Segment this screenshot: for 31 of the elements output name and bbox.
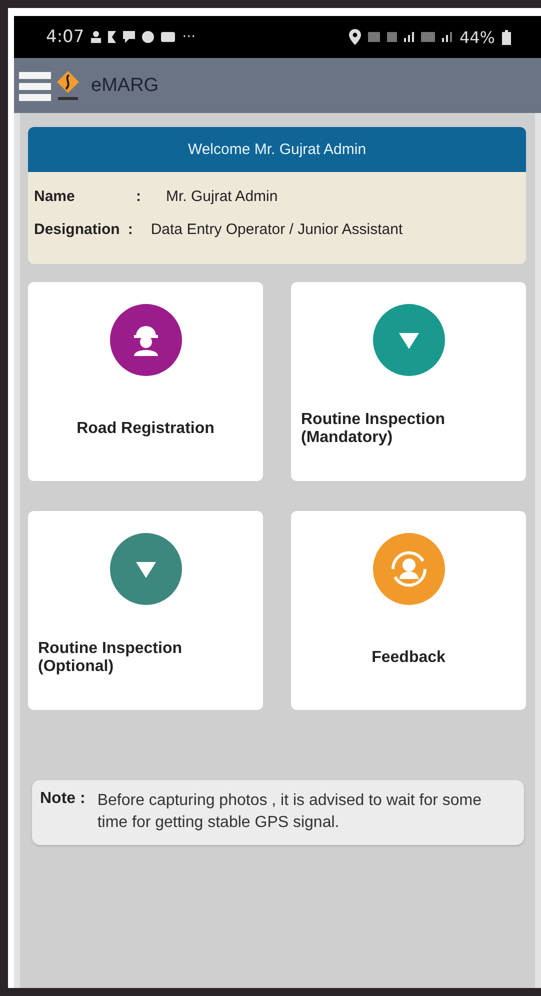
field-value: Data Entry Operator / Junior Assistant (150, 221, 403, 238)
location-icon (349, 29, 362, 45)
menu-tile[interactable]: Routine Inspection (Mandatory) (291, 282, 526, 481)
field-separator: : (136, 188, 142, 205)
more-text: ··· (182, 29, 196, 45)
field-label: Designation (34, 221, 120, 238)
battery-icon (502, 30, 511, 44)
person-icon (91, 31, 102, 43)
note-text: Before capturing photos , it is advised to wait for some time for getting stable GPS signal. (97, 791, 483, 834)
tile-label: Routine Inspection (Mandatory) (300, 410, 446, 446)
video-icon (161, 32, 176, 42)
menu-tile[interactable]: Road Registration (28, 282, 263, 481)
tile-label: Road Registration (76, 420, 216, 438)
tile-label: Feedback (370, 648, 446, 666)
menu-tile[interactable]: Routine Inspection (Optional) (28, 511, 263, 710)
tile-label: Routine Inspection (Optional) (37, 640, 183, 676)
app-title: eMARG (91, 74, 159, 96)
field-value: Mr. Gujrat Admin (166, 188, 278, 205)
field-separator: : (128, 221, 133, 238)
menu-tile[interactable]: Feedback (291, 511, 526, 710)
flag-icon (108, 31, 116, 43)
chat-icon (123, 31, 136, 43)
clock-text: 4:07 (46, 27, 84, 47)
signal-icon (442, 32, 452, 42)
menu-icon[interactable] (19, 70, 51, 100)
battery-text: 44% (459, 28, 495, 46)
logo-icon (55, 68, 81, 102)
note-label: Note : (40, 790, 86, 809)
field-label: Name (34, 188, 76, 205)
welcome-banner: Welcome Mr. Gujrat Admin (28, 127, 526, 172)
signal-icon (404, 32, 414, 42)
